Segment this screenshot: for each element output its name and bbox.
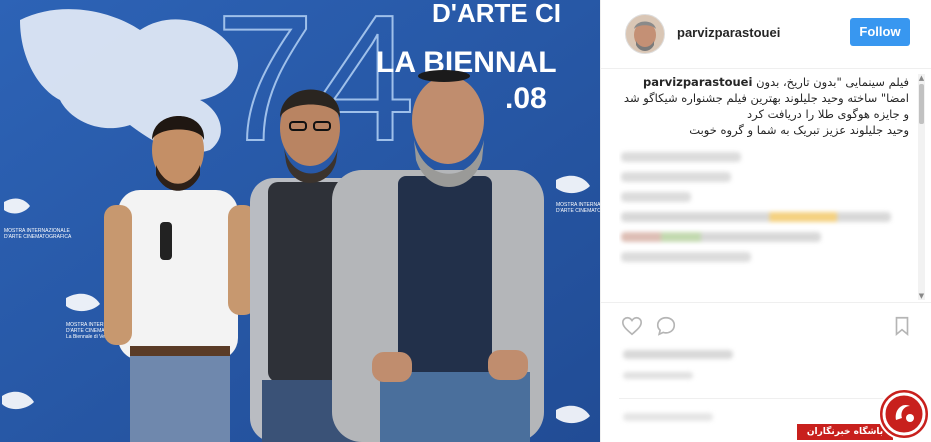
likes-count[interactable]	[623, 350, 733, 359]
scroll-thumb[interactable]	[919, 84, 924, 124]
post-sidebar: parvizparastouei Follow فیلم سینمایی "بد…	[600, 0, 931, 442]
comment-icon[interactable]	[655, 315, 677, 337]
scroll-down-icon[interactable]: ▼	[918, 292, 925, 300]
caption-line-3: و جایزه هوگوی طلا را دریافت کرد	[747, 107, 909, 121]
blurred-comment	[621, 152, 741, 162]
post-actions	[601, 302, 931, 353]
blurred-comment	[621, 232, 821, 242]
blurred-comment	[621, 192, 691, 202]
backdrop-line-1: D'ARTE CI	[432, 0, 561, 28]
post-photo[interactable]: 74 D'ARTE CI LA BIENNAL .08 MOSTRA INTER…	[0, 0, 600, 442]
post-header: parvizparastouei Follow	[601, 0, 931, 69]
caption-line-4: وحید جلیلوند عزیز تبریک به شما و گروه خو…	[689, 123, 909, 137]
username-link[interactable]: parvizparastouei	[677, 25, 780, 40]
blurred-comment	[621, 252, 751, 262]
comments-scrollbar[interactable]: ▲ ▼	[918, 74, 925, 300]
blurred-comment	[621, 212, 891, 222]
watermark-label: باشگاه خبرنگاران	[797, 424, 893, 440]
heart-icon[interactable]	[621, 315, 643, 337]
caption-line-2: امضا" ساخته وحید جلیلوند بهترین فیلم جشن…	[623, 91, 909, 105]
comment-placeholder	[623, 413, 713, 421]
caption-username[interactable]: parvizparastouei	[643, 75, 752, 89]
scroll-up-icon[interactable]: ▲	[918, 74, 925, 82]
follow-button[interactable]: Follow	[850, 18, 910, 46]
backdrop-line-3: .08	[505, 82, 547, 115]
bookmark-icon[interactable]	[891, 315, 913, 337]
blurred-comment	[621, 172, 731, 182]
svg-text:D'ARTE CINEMATOGRAFICA: D'ARTE CINEMATOGRAFICA	[4, 234, 72, 240]
watermark-logo-icon	[878, 388, 930, 440]
svg-text:D'ARTE CINEMATOGRAFICA: D'ARTE CINEMATOGRAFICA	[556, 208, 600, 214]
post-date	[623, 372, 693, 379]
comments-list[interactable]: فیلم سینمایی "بدون تاریخ، بدون parvizpar…	[619, 74, 923, 300]
caption: فیلم سینمایی "بدون تاریخ، بدون parvizpar…	[619, 74, 923, 138]
avatar[interactable]	[625, 14, 665, 54]
photo-scene: 74 D'ARTE CI LA BIENNAL .08 MOSTRA INTER…	[0, 0, 600, 442]
caption-line-1: فیلم سینمایی "بدون تاریخ، بدون parvizpar…	[643, 75, 909, 89]
